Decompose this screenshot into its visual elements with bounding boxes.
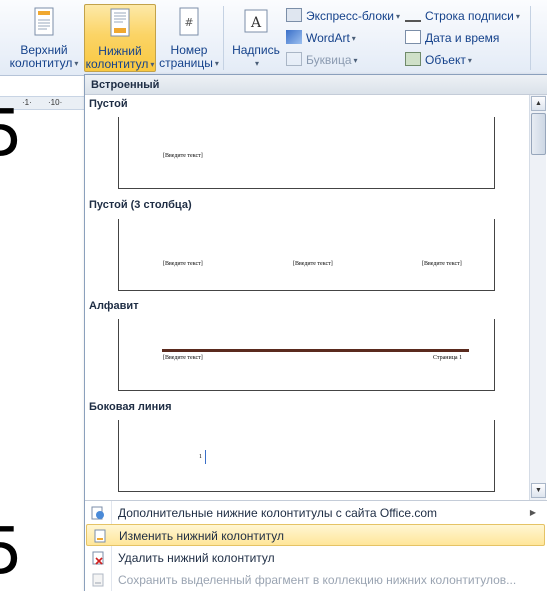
calendar-icon bbox=[405, 30, 421, 44]
menu-remove-footer[interactable]: Удалить нижний колонтитул bbox=[85, 547, 546, 569]
gallery-item-title: Алфавит bbox=[89, 300, 139, 312]
preview-text: [Введите текст] bbox=[163, 261, 203, 267]
page-number-button[interactable]: # Номер страницы ▾ bbox=[158, 4, 220, 72]
footer-gallery: Встроенный Пустой [Введите текст] Пустой… bbox=[84, 74, 547, 591]
gallery-scrollbar[interactable]: ▲ ▼ bbox=[529, 95, 546, 500]
chevron-down-icon: ▾ bbox=[351, 34, 356, 43]
datetime-button[interactable]: Дата и время bbox=[405, 28, 499, 48]
footer-button[interactable]: Нижний колонтитул ▾ bbox=[84, 4, 156, 72]
chevron-down-icon: ▾ bbox=[150, 60, 155, 69]
dropcap-label: Буквица bbox=[306, 53, 352, 67]
signature-line-button[interactable]: Строка подписи ▾ bbox=[405, 6, 520, 26]
header-icon bbox=[34, 7, 54, 36]
gallery-item-blank[interactable]: [Введите текст] bbox=[118, 117, 495, 189]
preview-text: [Введите текст] bbox=[422, 261, 462, 267]
ribbon-insert-tab: Верхний колонтитул ▾ Нижний колонтитул ▾ #… bbox=[0, 0, 547, 76]
header-button-line2: колонтитул bbox=[9, 56, 73, 70]
scroll-thumb[interactable] bbox=[531, 113, 546, 155]
save-selection-icon bbox=[92, 573, 104, 587]
svg-text:A: A bbox=[250, 15, 262, 31]
dropcap-button[interactable]: Буквица ▾ bbox=[286, 50, 358, 70]
menu-more-online-label: Дополнительные нижние колонтитулы с сайт… bbox=[118, 506, 437, 520]
svg-text:#: # bbox=[184, 16, 193, 29]
footer-icon bbox=[110, 8, 130, 37]
remove-footer-icon bbox=[92, 551, 104, 565]
menu-more-online[interactable]: Дополнительные нижние колонтитулы с сайт… bbox=[85, 502, 546, 524]
office-online-icon bbox=[91, 506, 104, 520]
dropcap-icon bbox=[286, 52, 302, 66]
gallery-body: Пустой [Введите текст] Пустой (3 столбца… bbox=[85, 95, 530, 500]
header-button[interactable]: Верхний колонтитул ▾ bbox=[4, 4, 84, 72]
menu-edit-footer-label: Изменить нижний колонтитул bbox=[119, 529, 284, 543]
gallery-item-title: Пустой bbox=[89, 98, 128, 110]
page-number-line2: страницы bbox=[159, 56, 213, 70]
chevron-down-icon: ▾ bbox=[254, 59, 259, 68]
preview-side-line bbox=[205, 450, 206, 464]
preview-text: Страница 1 bbox=[433, 355, 463, 361]
preview-text: [Введите текст] bbox=[163, 355, 203, 361]
object-icon bbox=[405, 52, 421, 66]
group-separator bbox=[530, 6, 531, 70]
signature-icon bbox=[405, 8, 421, 22]
chevron-down-icon: ▾ bbox=[515, 12, 520, 21]
textbox-icon: A bbox=[244, 9, 268, 33]
quickparts-button[interactable]: Экспресс-блоки ▾ bbox=[286, 6, 400, 26]
preview-text: 1 bbox=[199, 454, 202, 460]
menu-save-selection[interactable]: Сохранить выделенный фрагмент в коллекци… bbox=[85, 569, 546, 591]
scroll-up-button[interactable]: ▲ bbox=[531, 96, 546, 111]
edit-footer-icon bbox=[94, 529, 106, 543]
chevron-down-icon: ▾ bbox=[214, 59, 219, 68]
document-glyph: 5 bbox=[0, 515, 23, 589]
object-button[interactable]: Объект ▾ bbox=[405, 50, 472, 70]
gallery-header: Встроенный bbox=[85, 75, 547, 95]
submenu-arrow-icon: ▶ bbox=[529, 508, 536, 517]
page-number-icon: # bbox=[179, 7, 199, 36]
preview-rule-line bbox=[162, 349, 469, 352]
chevron-down-icon: ▾ bbox=[74, 59, 79, 68]
gallery-item-sideline[interactable]: 1 bbox=[118, 420, 495, 492]
wordart-button[interactable]: WordArt ▾ bbox=[286, 28, 356, 48]
chevron-down-icon: ▾ bbox=[353, 56, 358, 65]
textbox-label: Надпись bbox=[232, 43, 280, 57]
menu-save-selection-label: Сохранить выделенный фрагмент в коллекци… bbox=[118, 573, 517, 587]
footer-button-line2: колонтитул bbox=[85, 57, 149, 71]
scroll-down-button[interactable]: ▼ bbox=[531, 483, 546, 498]
preview-text: [Введите текст] bbox=[163, 153, 203, 159]
object-label: Объект bbox=[425, 53, 466, 67]
chevron-down-icon: ▾ bbox=[467, 56, 472, 65]
gallery-menu: Дополнительные нижние колонтитулы с сайт… bbox=[85, 500, 547, 591]
signature-label: Строка подписи bbox=[425, 9, 514, 23]
menu-remove-footer-label: Удалить нижний колонтитул bbox=[118, 551, 275, 565]
quickparts-icon bbox=[286, 8, 302, 22]
textbox-button[interactable]: A Надпись ▾ bbox=[228, 4, 284, 72]
gallery-item-title: Боковая линия bbox=[89, 401, 172, 413]
datetime-label: Дата и время bbox=[425, 31, 500, 45]
gallery-item-blank-3col[interactable]: [Введите текст] [Введите текст] [Введите… bbox=[118, 219, 495, 291]
wordart-label: WordArt bbox=[306, 31, 350, 45]
chevron-down-icon: ▾ bbox=[395, 12, 400, 21]
ruler-number: ·1· bbox=[22, 98, 32, 107]
document-glyph: 5 bbox=[0, 97, 23, 171]
preview-text: [Введите текст] bbox=[293, 261, 333, 267]
wordart-icon bbox=[286, 30, 302, 44]
quickparts-label: Экспресс-блоки bbox=[306, 9, 394, 23]
gallery-item-title: Пустой (3 столбца) bbox=[89, 199, 192, 211]
group-separator bbox=[223, 6, 224, 70]
gallery-item-alphabet[interactable]: [Введите текст] Страница 1 bbox=[118, 319, 495, 391]
ruler-number: ·10· bbox=[48, 98, 63, 107]
menu-edit-footer[interactable]: Изменить нижний колонтитул bbox=[86, 524, 545, 546]
